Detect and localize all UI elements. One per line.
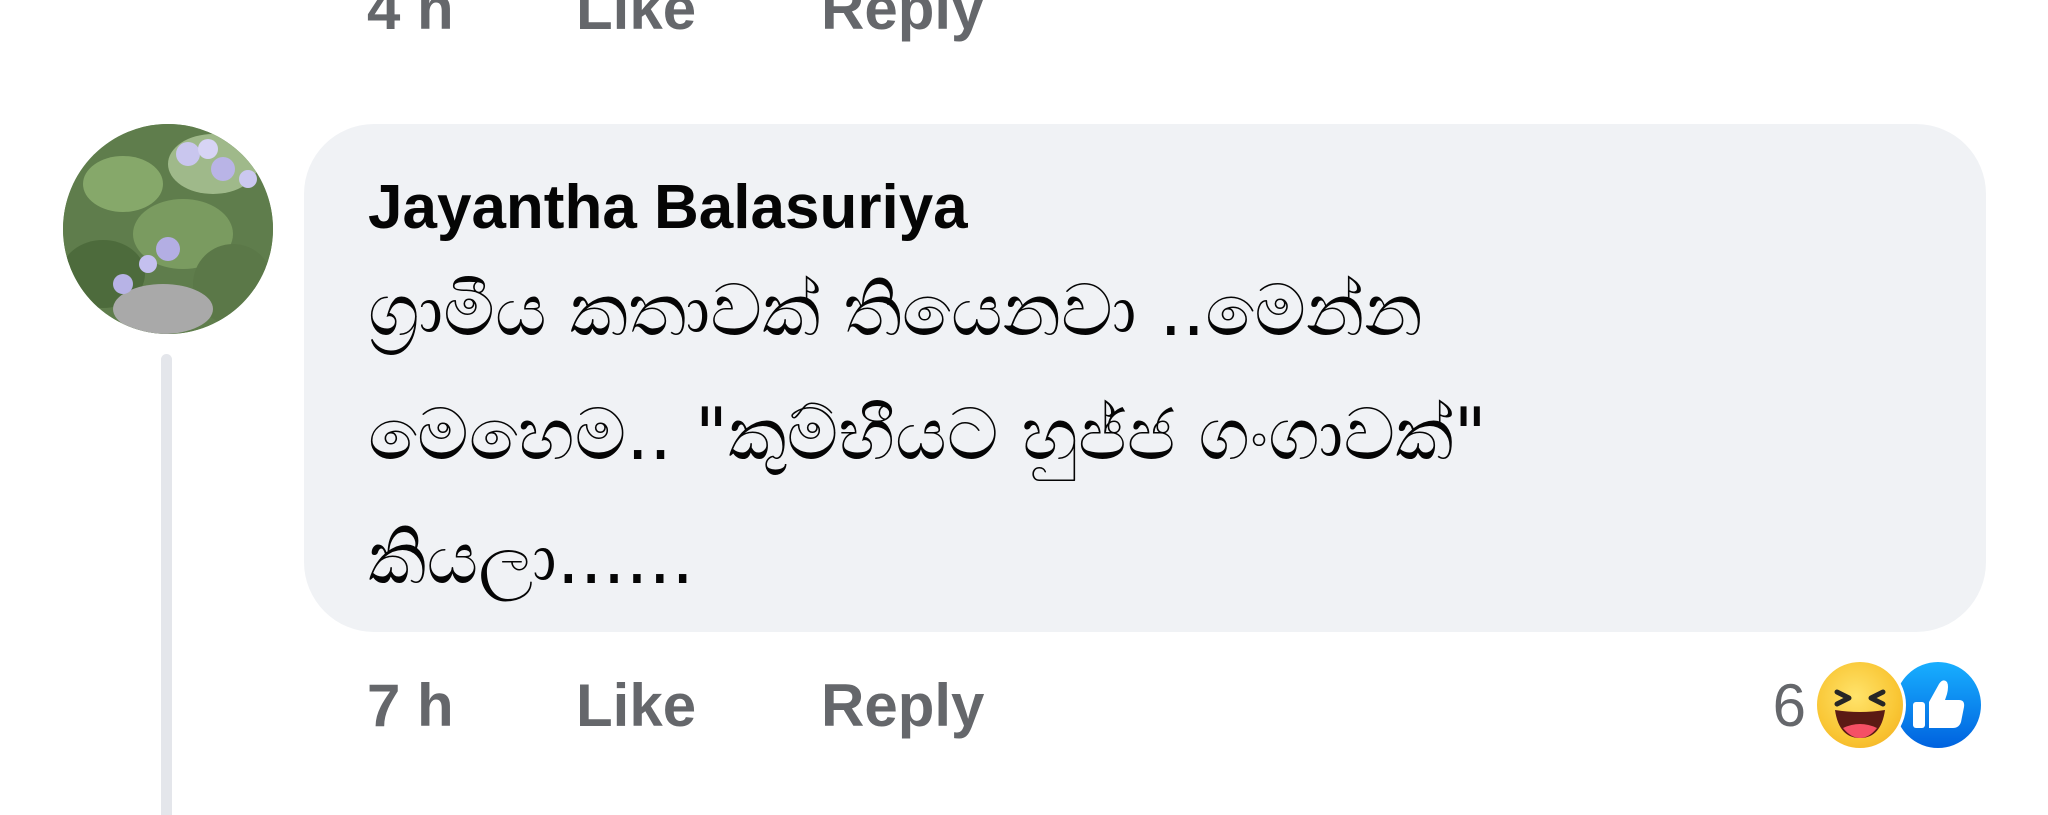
reply-button[interactable]: Reply [821, 671, 984, 740]
previous-comment-timestamp[interactable]: 4 h [367, 0, 576, 43]
avatar[interactable] [63, 124, 273, 334]
comment-timestamp[interactable]: 7 h [367, 671, 576, 740]
comment-bubble: Jayantha Balasuriya ග්‍රාමීය කතාවක් තියෙ… [304, 124, 1986, 632]
thread-line [161, 354, 172, 815]
comment-author[interactable]: Jayantha Balasuriya [368, 168, 1926, 248]
reaction-count: 6 [1772, 671, 1806, 739]
avatar-image [63, 124, 273, 334]
haha-icon [1814, 659, 1906, 751]
previous-comment-like-button[interactable]: Like [576, 0, 821, 43]
reaction-summary[interactable]: 6 [1772, 659, 1984, 751]
previous-comment-actions: 4 h Like Reply [367, 0, 984, 48]
comment-thread: 4 h Like Reply Jayantha Balasuriya ග්‍රා… [0, 0, 2048, 815]
like-button[interactable]: Like [576, 671, 821, 740]
previous-comment-reply-button[interactable]: Reply [821, 0, 984, 43]
comment-actions: 7 h Like Reply [367, 665, 984, 745]
comment-text: ග්‍රාමීය කතාවක් තියෙනවා ..මෙන්න මෙහෙම.. … [368, 268, 1487, 600]
